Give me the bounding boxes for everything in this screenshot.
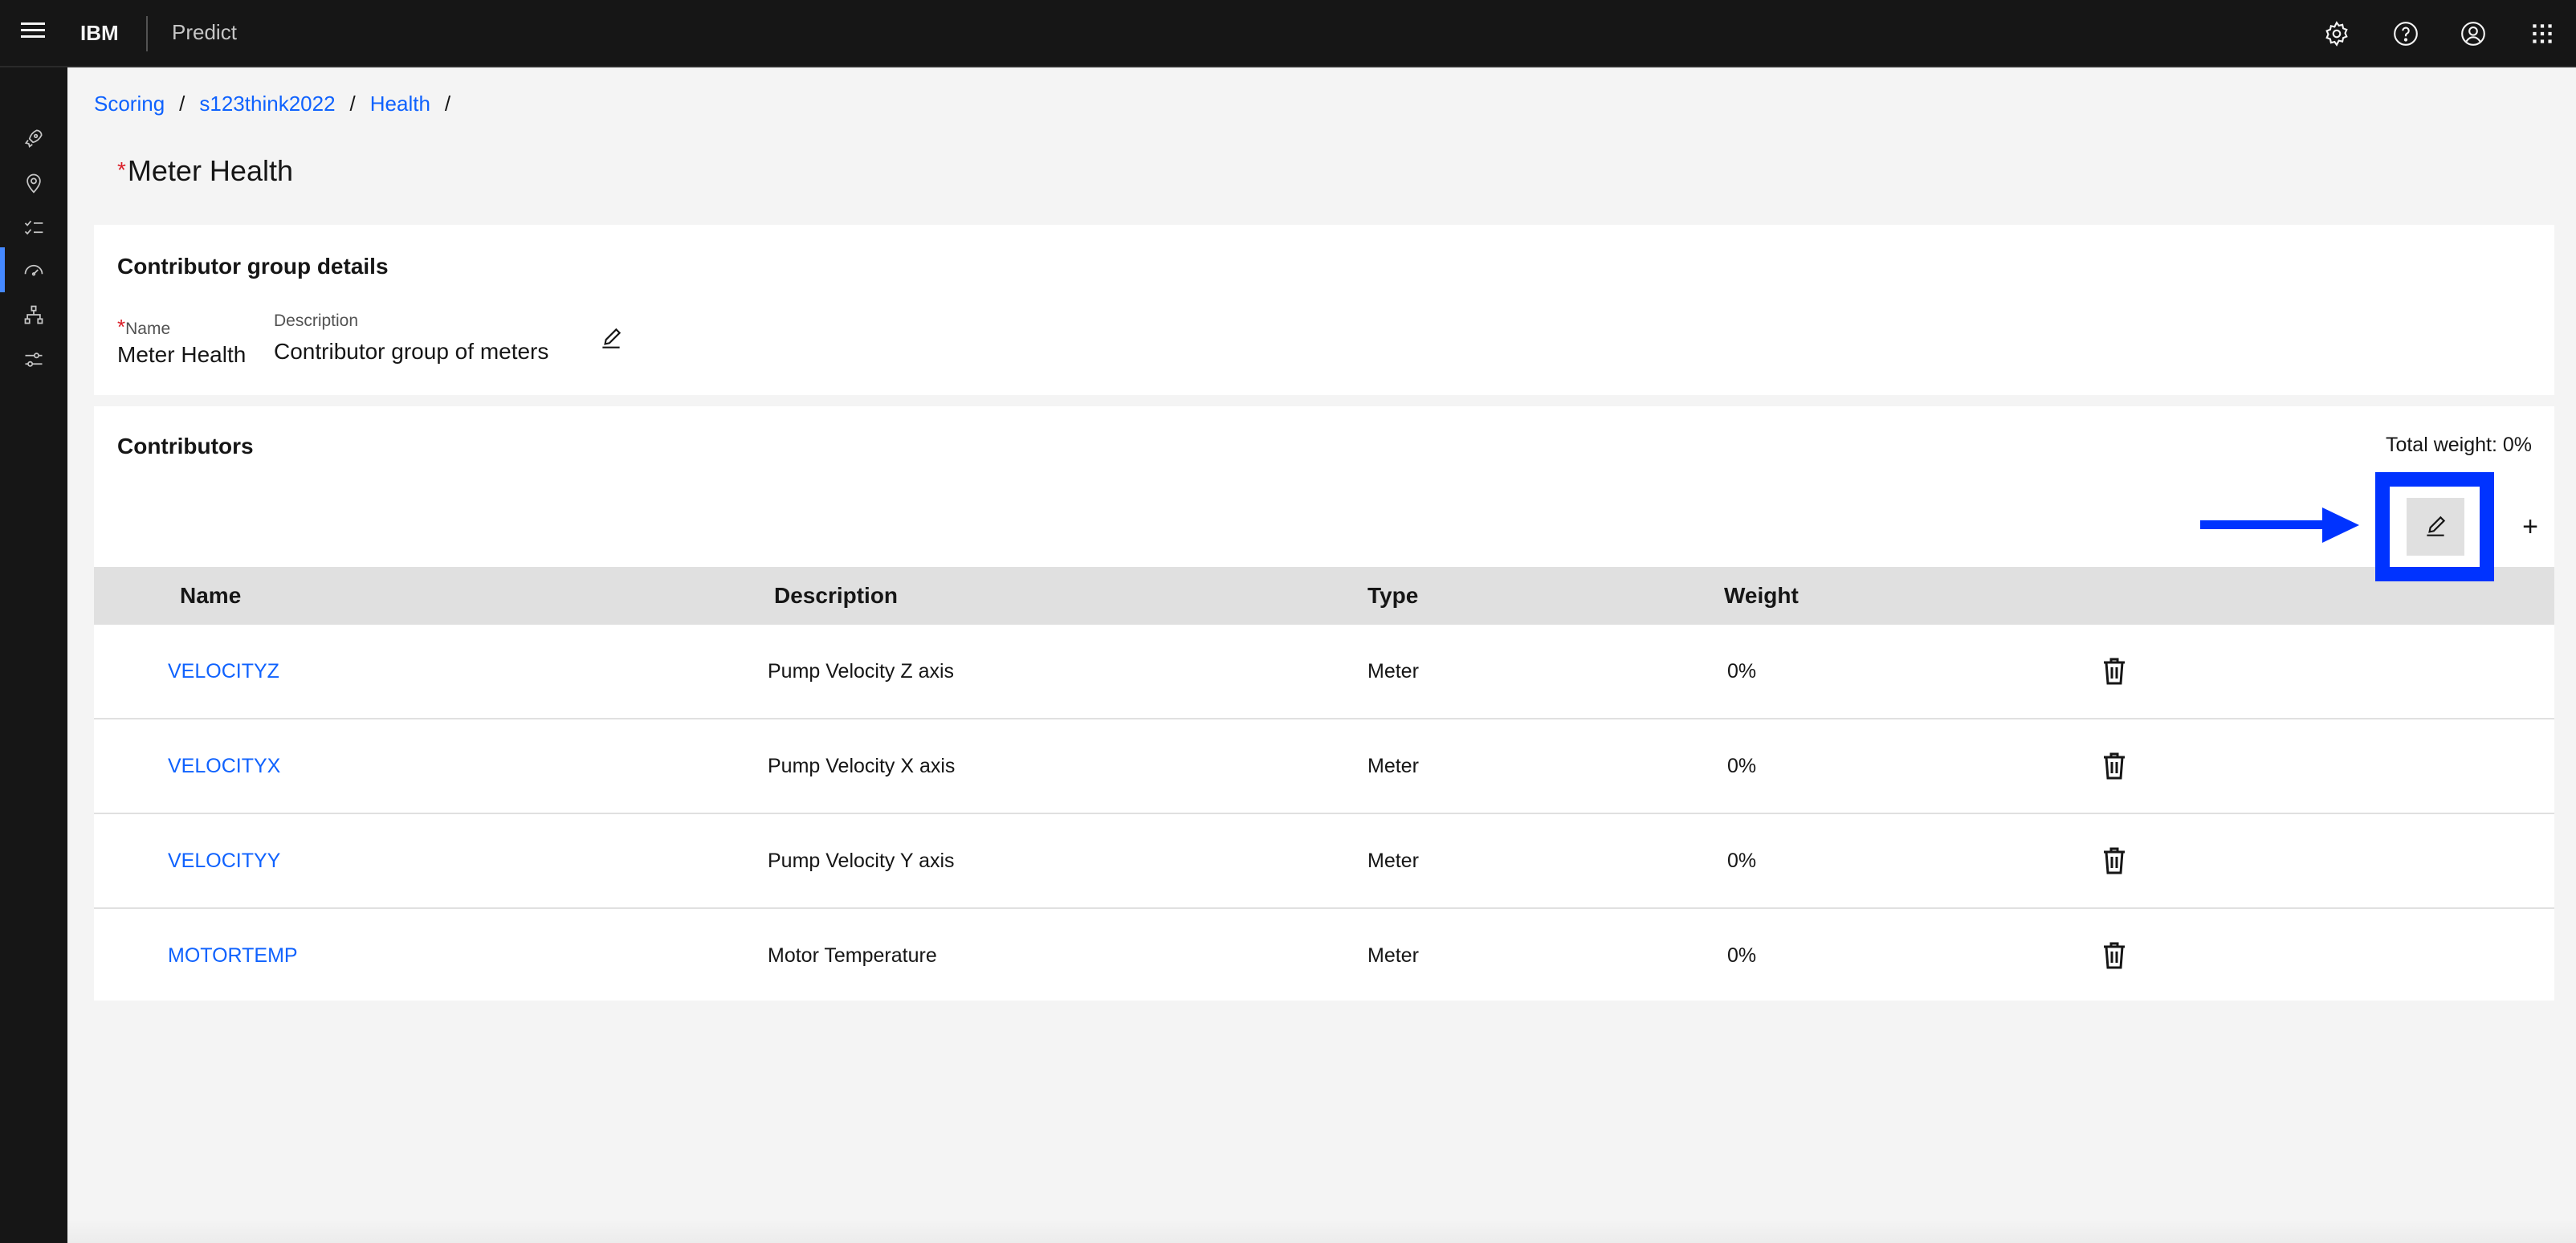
contributor-name-link[interactable]: MOTORTEMP (168, 944, 298, 968)
rocket-icon[interactable] (0, 116, 67, 161)
contributor-type: Meter (1367, 850, 1419, 872)
settings-adjust-icon[interactable] (0, 337, 67, 382)
table-row: VELOCITYY Pump Velocity Y axis Meter 0% (94, 814, 2554, 909)
breadcrumb-health[interactable]: Health (370, 92, 430, 116)
product-name[interactable]: Predict (172, 20, 237, 45)
column-header-type[interactable]: Type (1367, 583, 1418, 609)
name-label-text: Name (125, 320, 171, 338)
total-weight: Total weight: 0% (2385, 434, 2532, 456)
help-icon[interactable] (2388, 16, 2423, 51)
contributor-type: Meter (1367, 755, 1419, 777)
contributor-description: Pump Velocity Z axis (768, 660, 955, 683)
column-header-weight[interactable]: Weight (1724, 583, 1799, 609)
table-header: Name Description Type Weight (94, 567, 2554, 625)
contributor-weight: 0% (1727, 755, 1757, 777)
trash-icon[interactable] (2101, 657, 2127, 686)
location-icon[interactable] (0, 161, 67, 206)
contributor-weight: 0% (1727, 660, 1757, 683)
edit-icon (602, 328, 622, 348)
name-required-mark: * (117, 315, 126, 339)
contributor-description: Motor Temperature (768, 944, 937, 967)
contributor-type: Meter (1367, 944, 1419, 967)
top-header: IBM Predict (0, 0, 2576, 67)
side-nav-rail (0, 67, 67, 1243)
trash-icon[interactable] (2101, 941, 2127, 970)
contributor-name-link[interactable]: VELOCITYX (168, 755, 280, 778)
name-label: *Name (117, 315, 170, 340)
breadcrumb-scoring[interactable]: Scoring (94, 92, 165, 116)
contributor-weight: 0% (1727, 944, 1757, 967)
checklist-icon[interactable] (0, 206, 67, 251)
menu-icon[interactable] (21, 22, 45, 43)
page-title: *Meter Health (117, 154, 293, 188)
column-header-name[interactable]: Name (180, 583, 241, 609)
contributor-description: Pump Velocity Y axis (768, 850, 955, 872)
contributor-weight: 0% (1727, 850, 1757, 872)
required-mark: * (117, 157, 126, 182)
name-value: Meter Health (117, 342, 247, 367)
page-title-text: Meter Health (127, 154, 293, 187)
edit-details-button[interactable] (593, 321, 629, 357)
add-contributor-button[interactable]: + (2509, 506, 2551, 548)
table-row: VELOCITYX Pump Velocity X axis Meter 0% (94, 719, 2554, 814)
contributors-card: Contributors Total weight: 0% + Name Des… (94, 406, 2554, 1001)
breadcrumb-model[interactable]: s123think2022 (199, 92, 335, 116)
table-row: MOTORTEMP Motor Temperature Meter 0% (94, 909, 2554, 1004)
description-label: Description (274, 312, 359, 330)
brand-name[interactable]: IBM (80, 21, 119, 46)
contributor-type: Meter (1367, 660, 1419, 683)
page-bottom-edge (67, 1219, 2576, 1243)
breadcrumb-separator: / (349, 92, 356, 116)
contributors-title: Contributors (117, 434, 254, 458)
trash-icon[interactable] (2101, 846, 2127, 875)
settings-icon[interactable] (2319, 16, 2354, 51)
table-row: VELOCITYZ Pump Velocity Z axis Meter 0% (94, 625, 2554, 719)
breadcrumb: Scoring / s123think2022 / Health / (94, 92, 465, 116)
trash-icon[interactable] (2101, 752, 2127, 780)
contributor-name-link[interactable]: VELOCITYY (168, 850, 280, 873)
header-divider (146, 16, 148, 51)
details-title: Contributor group details (117, 254, 389, 279)
breadcrumb-separator: / (444, 92, 451, 116)
description-value: Contributor group of meters (274, 339, 549, 364)
arrow-right-icon (2200, 507, 2359, 543)
contributor-group-details-card: Contributor group details *Name Meter He… (94, 225, 2554, 395)
user-avatar-icon[interactable] (2456, 16, 2491, 51)
column-header-description[interactable]: Description (774, 583, 898, 609)
contributor-description: Pump Velocity X axis (768, 755, 956, 777)
dashboard-gauge-icon[interactable] (0, 247, 67, 292)
app-switcher-icon[interactable] (2525, 16, 2560, 51)
hierarchy-icon[interactable] (0, 292, 67, 337)
highlight-box-annotation (2375, 472, 2494, 581)
contributor-name-link[interactable]: VELOCITYZ (168, 660, 279, 683)
breadcrumb-separator: / (179, 92, 185, 116)
